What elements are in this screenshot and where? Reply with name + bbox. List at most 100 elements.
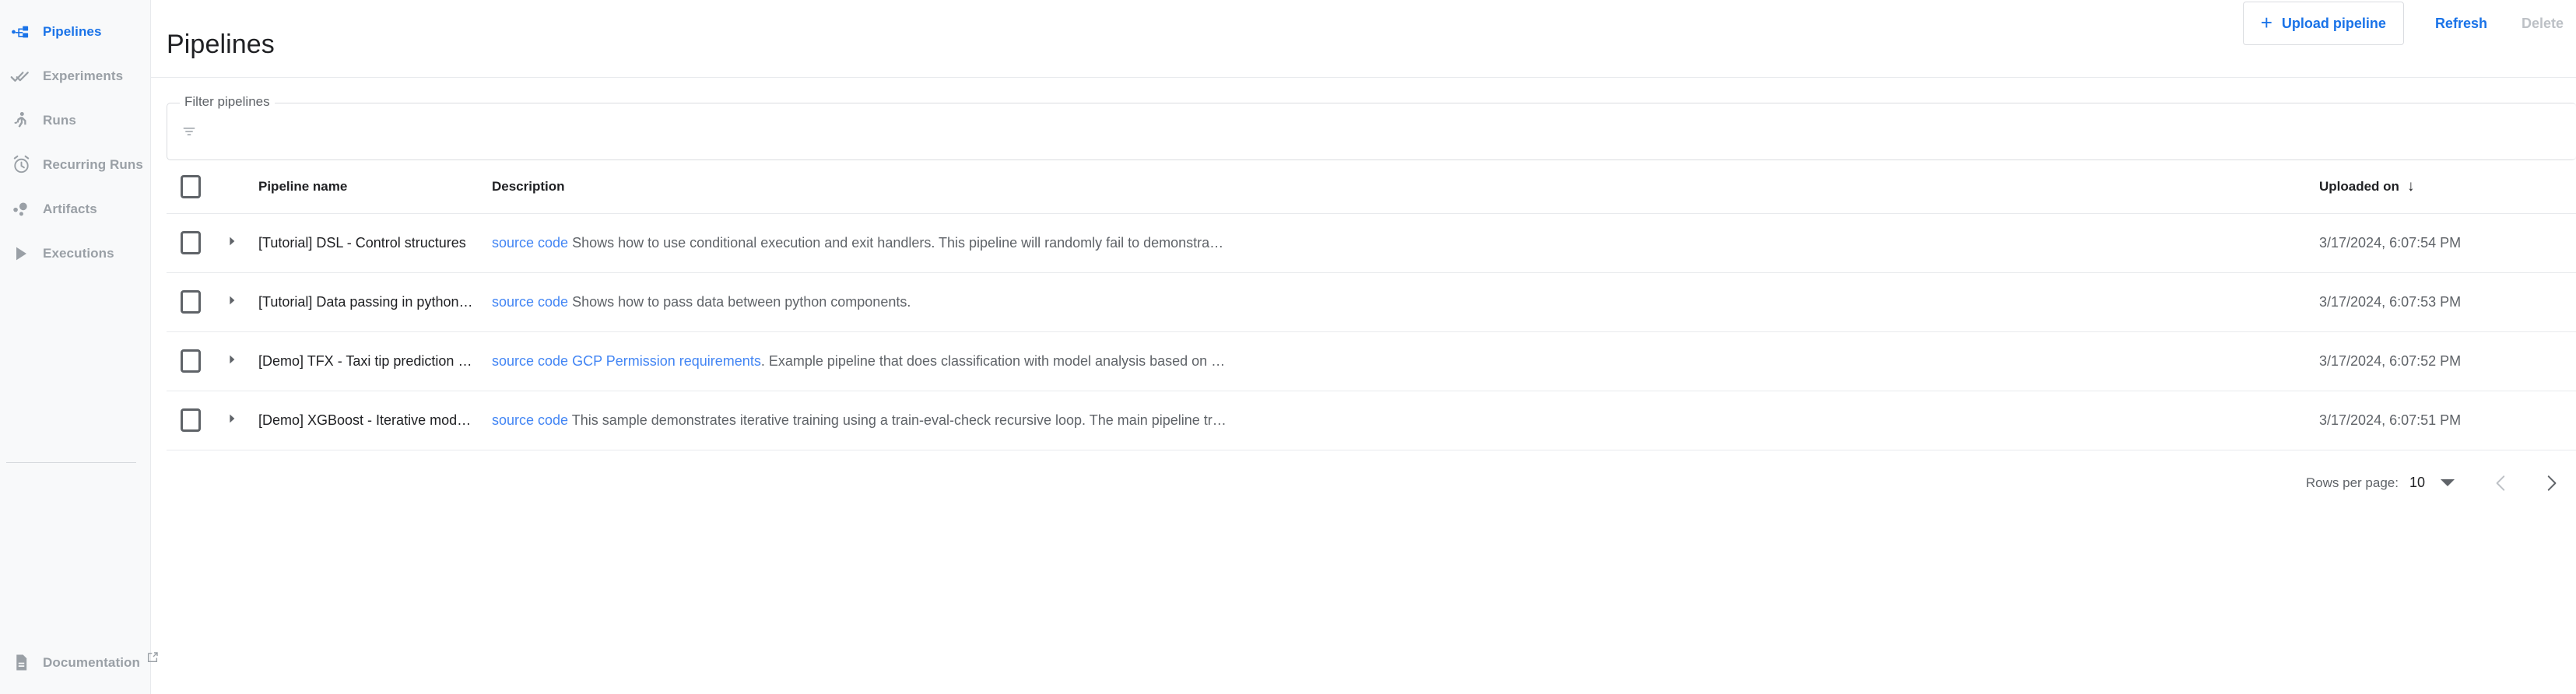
sidebar-item-documentation[interactable]: Documentation (0, 650, 158, 694)
recurring-runs-icon (8, 154, 34, 175)
sidebar-item-artifacts[interactable]: Artifacts (0, 187, 150, 231)
description-link[interactable]: source code (492, 294, 568, 310)
external-link-icon (146, 651, 159, 664)
filter-pipelines-field[interactable]: Filter pipelines (167, 95, 2576, 160)
description-text: source code Shows how to pass data betwe… (492, 293, 911, 310)
sidebar-item-label: Experiments (43, 68, 124, 83)
chevron-down-icon (2441, 479, 2455, 486)
uploaded-on-cell: 3/17/2024, 6:07:53 PM (2319, 272, 2576, 332)
table-header: Pipeline name Description Uploaded on ↓ (167, 160, 2576, 214)
previous-page-button[interactable] (2476, 458, 2526, 508)
row-checkbox[interactable] (181, 290, 201, 314)
pipeline-name-link[interactable]: [Demo] XGBoost - Iterative model tra… (258, 412, 492, 429)
uploaded-on-cell: 3/17/2024, 6:07:51 PM (2319, 391, 2576, 450)
uploaded-on-label: Uploaded on (2319, 178, 2399, 194)
pipelines-table-container: Pipeline name Description Uploaded on ↓ … (151, 160, 2576, 516)
sidebar-item-executions[interactable]: Executions (0, 231, 150, 275)
expand-row-icon[interactable] (226, 412, 238, 425)
pipeline-name-link[interactable]: [Tutorial] Data passing in python com… (258, 294, 492, 310)
next-page-button[interactable] (2526, 458, 2576, 508)
description-cell: source code Shows how to use conditional… (492, 213, 2319, 273)
rows-per-page-value: 10 (2409, 475, 2425, 490)
sidebar-spacer-bottom (0, 463, 150, 650)
expand-row-icon[interactable] (226, 353, 238, 366)
description-link[interactable]: source code (492, 235, 568, 251)
documentation-icon (8, 653, 34, 672)
description-link[interactable]: GCP Permission requirements (568, 353, 761, 369)
table-header-row: Pipeline name Description Uploaded on ↓ (167, 160, 2576, 214)
description-cell: source code This sample demonstrates ite… (492, 391, 2319, 450)
page-toolbar: Pipelines + Upload pipeline Refresh Dele… (151, 0, 2576, 78)
uploaded-on-value: 3/17/2024, 6:07:52 PM (2319, 352, 2462, 369)
pagination-bar: Rows per page: 10 (167, 450, 2576, 516)
row-expander-cell (226, 272, 258, 332)
experiments-icon (8, 65, 34, 87)
row-checkbox-cell (167, 331, 226, 391)
delete-button[interactable]: Delete (2504, 5, 2576, 41)
expander-header (226, 160, 258, 214)
row-checkbox-cell (167, 391, 226, 450)
sidebar-item-runs[interactable]: Runs (0, 98, 150, 142)
row-checkbox[interactable] (181, 349, 201, 373)
pipeline-name-cell: [Demo] XGBoost - Iterative model tra… (258, 391, 492, 450)
table-body: [Tutorial] DSL - Control structures sourc… (167, 213, 2576, 450)
sidebar-item-label: Artifacts (43, 201, 97, 216)
runs-icon (8, 110, 34, 131)
row-checkbox[interactable] (181, 408, 201, 432)
pipelines-icon (8, 22, 34, 42)
description-text: source code GCP Permission requirements.… (492, 352, 1226, 369)
sidebar-item-label: Recurring Runs (43, 156, 143, 172)
uploaded-on-value: 3/17/2024, 6:07:53 PM (2319, 293, 2462, 310)
plus-icon: + (2260, 11, 2272, 34)
description-header[interactable]: Description (492, 160, 2319, 214)
sidebar-item-label: Documentation (43, 654, 141, 670)
sidebar: Pipelines Experiments Runs Recurring Run… (0, 0, 158, 694)
app-root: Pipelines Experiments Runs Recurring Run… (0, 0, 2576, 694)
row-checkbox[interactable] (181, 231, 201, 254)
pipeline-name-link[interactable]: [Demo] TFX - Taxi tip prediction mod… (258, 353, 492, 370)
description-cell: source code GCP Permission requirements.… (492, 331, 2319, 391)
sidebar-item-label: Executions (43, 245, 114, 261)
description-cell: source code Shows how to pass data betwe… (492, 272, 2319, 332)
rows-per-page-label: Rows per page: (2305, 475, 2399, 490)
filter-legend: Filter pipelines (180, 95, 275, 108)
table-row[interactable]: [Demo] XGBoost - Iterative model tra… sou… (167, 391, 2576, 450)
artifacts-icon (8, 199, 34, 219)
pipeline-name-header[interactable]: Pipeline name (258, 160, 492, 214)
description-link[interactable]: source code (492, 353, 568, 369)
description-text: source code Shows how to use conditional… (492, 234, 1224, 251)
page-title: Pipelines (167, 30, 275, 59)
upload-pipeline-label: Upload pipeline (2281, 16, 2386, 31)
refresh-button[interactable]: Refresh (2418, 5, 2504, 41)
row-expander-cell (226, 213, 258, 273)
sidebar-item-pipelines[interactable]: Pipelines (0, 9, 150, 54)
sidebar-item-label: Runs (43, 112, 76, 128)
row-checkbox-cell (167, 213, 226, 273)
expand-row-icon[interactable] (226, 235, 238, 247)
pipeline-name-cell: [Demo] TFX - Taxi tip prediction mod… (258, 331, 492, 391)
select-all-checkbox[interactable] (181, 174, 201, 198)
uploaded-on-value: 3/17/2024, 6:07:54 PM (2319, 234, 2462, 251)
pipeline-name-link[interactable]: [Tutorial] DSL - Control structures (258, 235, 492, 251)
main-content: Pipelines + Upload pipeline Refresh Dele… (151, 0, 2576, 694)
sort-descending-icon: ↓ (2406, 177, 2415, 195)
sidebar-item-experiments[interactable]: Experiments (0, 54, 150, 98)
pipelines-table: Pipeline name Description Uploaded on ↓ … (167, 160, 2576, 450)
description-link[interactable]: source code (492, 412, 568, 428)
pipeline-name-cell: [Tutorial] Data passing in python com… (258, 272, 492, 332)
pipeline-name-cell: [Tutorial] DSL - Control structures (258, 213, 492, 273)
table-row[interactable]: [Demo] TFX - Taxi tip prediction mod… sou… (167, 331, 2576, 391)
filter-pipelines-input[interactable] (205, 123, 2576, 140)
expand-row-icon[interactable] (226, 294, 238, 307)
filter-section: Filter pipelines (151, 78, 2576, 160)
table-row[interactable]: [Tutorial] DSL - Control structures sourc… (167, 213, 2576, 273)
uploaded-on-sort[interactable]: Uploaded on ↓ (2319, 178, 2414, 195)
uploaded-on-value: 3/17/2024, 6:07:51 PM (2319, 412, 2462, 428)
description-text: source code This sample demonstrates ite… (492, 412, 1227, 428)
sidebar-item-recurring-runs[interactable]: Recurring Runs (0, 142, 150, 187)
row-expander-cell (226, 331, 258, 391)
upload-pipeline-button[interactable]: + Upload pipeline (2242, 2, 2404, 45)
table-row[interactable]: [Tutorial] Data passing in python com… so… (167, 272, 2576, 332)
rows-per-page-select[interactable]: 10 (2409, 475, 2455, 491)
